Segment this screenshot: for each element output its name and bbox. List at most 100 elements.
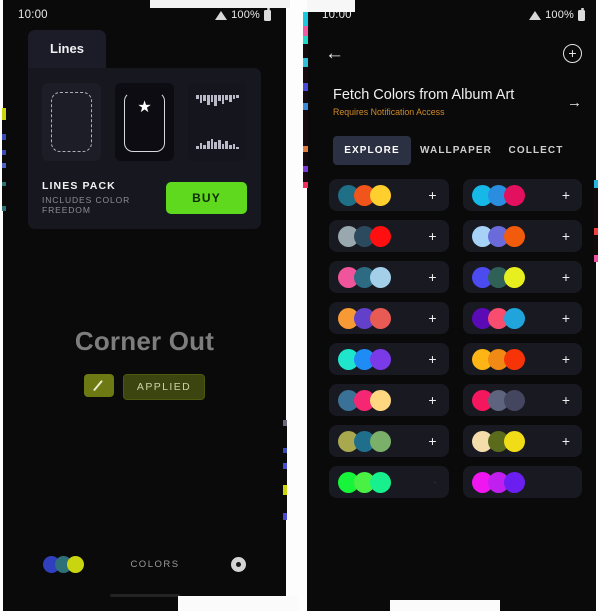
palette-swatches — [338, 348, 391, 370]
applied-button[interactable]: APPLIED — [122, 374, 206, 400]
add-palette-icon[interactable]: + — [428, 229, 439, 243]
add-palette-icon[interactable]: + — [562, 434, 573, 448]
palette-row[interactable]: + — [329, 220, 449, 252]
pack-text-block: LINES PACK INCLUDES COLOR FREEDOM — [42, 180, 166, 215]
edit-style-button[interactable] — [83, 374, 114, 397]
left-bottom-bar: COLORS — [3, 556, 286, 573]
left-phone-screenshot: 10:00 100% Lines ★ LINES PACK INCLUDES C… — [3, 0, 286, 611]
palette-swatches — [471, 389, 525, 411]
palette-row[interactable]: + — [329, 425, 449, 457]
palette-swatches — [338, 225, 391, 247]
pack-subtitle: INCLUDES COLOR FREEDOM — [42, 195, 131, 215]
palette-row[interactable]: + — [462, 261, 582, 293]
tab-wallpaper[interactable]: WALLPAPER — [411, 136, 501, 165]
palette-row[interactable]: · — [329, 466, 449, 498]
palette-swatch — [503, 430, 525, 452]
palette-swatches — [338, 266, 391, 288]
add-palette-icon[interactable]: + — [428, 434, 439, 448]
palette-row[interactable]: + — [329, 261, 449, 293]
colors-label[interactable]: COLORS — [130, 559, 179, 570]
add-palette-icon[interactable]: + — [562, 311, 573, 325]
palette-swatches — [471, 184, 525, 206]
solid-corner-star-preview[interactable]: ★ — [115, 83, 174, 161]
palette-swatch — [370, 307, 391, 329]
palette-row[interactable]: + — [462, 302, 582, 334]
add-palette-icon[interactable]: + — [428, 270, 439, 284]
add-palette-icon[interactable]: · — [434, 477, 440, 487]
add-palette-icon[interactable]: + — [428, 352, 439, 366]
dashed-corner-preview[interactable] — [42, 83, 101, 161]
palette-row[interactable]: + — [462, 220, 582, 252]
add-palette-icon[interactable]: + — [428, 311, 439, 325]
waveform-top-icon — [196, 95, 240, 106]
frame-edge-left — [0, 0, 3, 611]
right-phone-screenshot: 10:00 100% ← + Fetch Colors from Album A… — [307, 0, 600, 611]
palette-row[interactable]: + — [462, 384, 582, 416]
wifi-icon — [529, 10, 542, 20]
wifi-icon — [215, 10, 228, 20]
right-battery-pct: 100% — [545, 9, 574, 21]
palette-swatch — [503, 266, 525, 288]
palette-swatches — [338, 389, 391, 411]
right-top-bar: ← + — [307, 30, 600, 63]
palette-row[interactable]: + — [329, 302, 449, 334]
frame-edge-bottom-right — [390, 600, 500, 611]
page-title: Corner Out — [74, 326, 215, 356]
palette-row[interactable]: + — [462, 179, 582, 211]
lines-tabstrip: Lines — [3, 30, 286, 68]
buy-button[interactable]: BUY — [166, 181, 247, 214]
palette-swatches — [471, 266, 525, 288]
left-battery-pct: 100% — [231, 9, 260, 21]
add-palette-icon[interactable]: + — [562, 229, 573, 243]
add-palette-icon[interactable]: + — [562, 270, 573, 284]
palette-row[interactable]: + — [462, 425, 582, 457]
palette-tabs: EXPLORE WALLPAPER COLLECT — [333, 136, 600, 165]
frame-edge-top-right — [307, 0, 355, 12]
nav-gesture-indicator — [109, 594, 180, 597]
fetch-colors-row[interactable]: Fetch Colors from Album Art Requires Not… — [307, 63, 600, 117]
palette-swatch — [370, 471, 391, 493]
fetch-subtitle: Requires Notification Access — [333, 107, 445, 117]
style-actions: APPLIED — [3, 374, 286, 400]
palette-swatch — [503, 225, 525, 247]
tab-collections[interactable]: COLLECT — [501, 136, 571, 165]
add-palette-icon[interactable]: + — [562, 188, 573, 202]
chevron-right-icon[interactable]: → — [567, 94, 582, 111]
lines-pack-card: ★ LINES PACK INCLUDES COLOR FREEDOM BUY — [28, 68, 261, 229]
palette-row[interactable]: + — [462, 343, 582, 375]
palette-swatch — [503, 389, 525, 411]
palette-swatches — [338, 471, 391, 493]
palette-swatch — [503, 184, 525, 206]
palette-swatch — [503, 348, 525, 370]
palette-row[interactable]: + — [329, 343, 449, 375]
palette-swatch — [503, 307, 525, 329]
right-status-indicators: 100% — [529, 7, 585, 21]
add-palette-icon[interactable]: + — [428, 188, 439, 202]
palette-swatches — [471, 471, 525, 493]
battery-icon — [578, 7, 585, 21]
gear-icon[interactable] — [231, 557, 246, 572]
add-palette-icon[interactable]: + — [428, 393, 439, 407]
palette-swatches — [471, 225, 525, 247]
palette-grid: + + + + + + + + + + + + + + · — [307, 165, 600, 498]
frame-edge-middle — [286, 0, 307, 611]
colors-preview-dots[interactable] — [43, 556, 84, 573]
pack-meta: LINES PACK INCLUDES COLOR FREEDOM BUY — [42, 180, 247, 215]
tab-lines[interactable]: Lines — [28, 30, 106, 68]
palette-swatches — [471, 430, 525, 452]
battery-icon — [264, 7, 271, 21]
add-palette-icon[interactable]: + — [562, 352, 573, 366]
screenshot-stage: 10:00 100% Lines ★ LINES PACK INCLUDES C… — [0, 0, 600, 611]
palette-swatches — [471, 307, 525, 329]
back-arrow-icon[interactable]: ← — [325, 44, 344, 63]
fetch-text-block: Fetch Colors from Album Art Requires Not… — [333, 87, 514, 117]
palette-row[interactable]: + — [329, 179, 449, 211]
waveform-preview[interactable] — [188, 83, 247, 161]
frame-edge-right — [596, 0, 600, 611]
add-circle-icon[interactable]: + — [563, 44, 582, 63]
palette-swatch — [370, 184, 391, 206]
tab-explore[interactable]: EXPLORE — [333, 136, 411, 165]
add-palette-icon[interactable]: + — [562, 393, 573, 407]
palette-row[interactable] — [462, 466, 582, 498]
palette-row[interactable]: + — [329, 384, 449, 416]
